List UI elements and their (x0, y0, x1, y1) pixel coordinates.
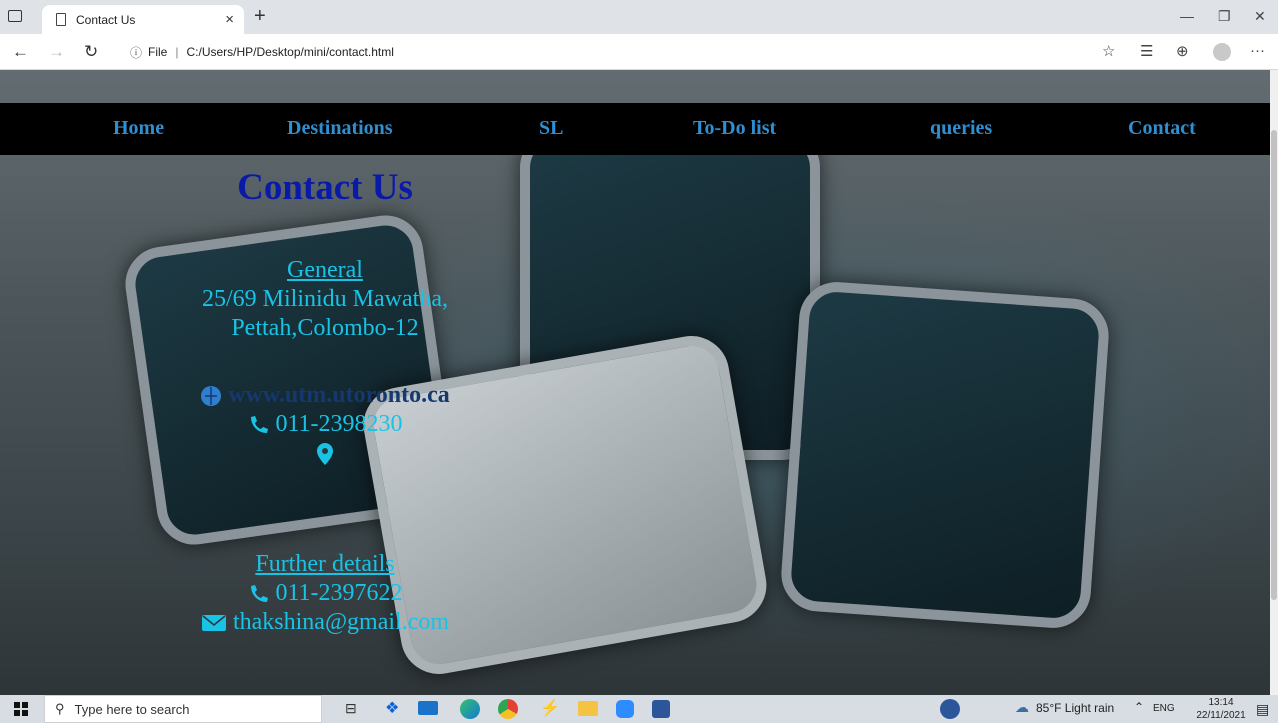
nav-sl[interactable]: SL (539, 117, 563, 140)
url-scheme: File (148, 45, 168, 59)
url-separator: | (175, 45, 179, 59)
mail-tile-decoration (778, 279, 1112, 631)
globe-icon (201, 386, 222, 407)
general-link[interactable]: General (170, 256, 480, 285)
page-title: Contact Us (237, 167, 413, 208)
search-placeholder: Type here to search (74, 701, 190, 717)
favorites-list-icon[interactable]: ☰ (1140, 42, 1153, 60)
website-link[interactable]: www.utm.utoronto.ca (228, 382, 450, 408)
sublime-icon[interactable]: ⚡ (540, 698, 560, 718)
further-details-link[interactable]: Further details (170, 550, 480, 579)
address-line-2: Pettah,Colombo-12 (231, 315, 419, 341)
taskbar-search[interactable]: ⚲ Type here to search (44, 695, 322, 723)
clock[interactable]: 13:14 22/11/2021 (1196, 696, 1246, 722)
close-window-icon[interactable]: ✕ (1254, 8, 1266, 25)
phone-number-2: 011-2397622 (275, 580, 403, 606)
url-field[interactable]: ⓘ File | C:/Users/HP/Desktop/mini/contac… (130, 40, 1080, 64)
collections-icon[interactable]: ⊕ (1176, 42, 1189, 60)
email-row[interactable]: thakshina@gmail.com (170, 608, 480, 637)
zoom-icon[interactable] (616, 700, 634, 718)
taskbar: ⚲ Type here to search ⊟ ❖ ⚡ ☁ 85°F Light… (0, 695, 1278, 723)
nav-todo-list[interactable]: To-Do list (693, 117, 776, 140)
help-icon[interactable] (940, 699, 960, 719)
phone-row-1: 011-2398230 (170, 410, 480, 439)
phone-row-2: 011-2397622 (170, 579, 480, 608)
phone-number-1: 011-2398230 (275, 411, 403, 437)
minimize-icon[interactable]: — (1180, 8, 1194, 24)
envelope-icon (201, 615, 226, 632)
notification-icon[interactable]: ▤ (1256, 701, 1269, 718)
url-path: C:/Users/HP/Desktop/mini/contact.html (186, 45, 394, 59)
email-address[interactable]: thakshina@gmail.com (233, 609, 449, 635)
close-tab-icon[interactable]: × (225, 11, 234, 28)
tab-title: Contact Us (76, 12, 136, 27)
clock-time: 13:14 (1208, 697, 1234, 708)
scrollbar-thumb[interactable] (1271, 130, 1277, 600)
clock-date: 22/11/2021 (1196, 710, 1246, 721)
language-indicator[interactable]: ENG (1153, 703, 1175, 714)
site-navbar: Home Destinations SL To-Do list queries … (0, 103, 1270, 155)
tray-chevron-icon[interactable]: ⌃ (1134, 700, 1144, 714)
tab-bar: Contact Us × + — ❐ ✕ (0, 0, 1278, 34)
nav-queries[interactable]: queries (930, 117, 992, 140)
phone-icon (251, 585, 269, 603)
address-bar: ← → ↻ ⓘ File | C:/Users/HP/Desktop/mini/… (0, 34, 1278, 70)
nav-contact[interactable]: Contact (1128, 117, 1196, 140)
page-body: Home Destinations SL To-Do list queries … (0, 70, 1270, 695)
page-scrollbar[interactable] (1270, 70, 1278, 695)
maximize-icon[interactable]: ❐ (1218, 8, 1231, 25)
weather-icon: ☁ (1015, 699, 1029, 715)
more-menu-icon[interactable]: ··· (1250, 42, 1265, 59)
location-row[interactable] (170, 439, 480, 468)
edge-icon[interactable] (460, 699, 480, 719)
chrome-icon[interactable] (498, 699, 518, 719)
task-view-icon[interactable]: ⊟ (345, 700, 357, 717)
search-icon: ⚲ (55, 701, 65, 716)
windows-start-icon[interactable] (14, 702, 28, 716)
contact-section: Contact Us General 25/69 Milinidu Mawath… (170, 166, 480, 637)
window-menu-icon[interactable] (8, 10, 22, 22)
new-tab-button[interactable]: + (254, 5, 266, 28)
map-marker-icon[interactable] (316, 442, 334, 466)
phone-icon (251, 416, 269, 434)
page-icon (56, 13, 66, 26)
word-icon[interactable] (652, 700, 670, 718)
browser-tab[interactable]: Contact Us × (42, 5, 244, 34)
dropbox-icon[interactable]: ❖ (385, 698, 399, 718)
profile-avatar[interactable] (1213, 43, 1231, 61)
website-row[interactable]: www.utm.utoronto.ca (170, 381, 480, 410)
refresh-icon[interactable]: ↻ (84, 42, 98, 62)
info-icon[interactable]: ⓘ (130, 44, 142, 61)
nav-home[interactable]: Home (113, 117, 164, 140)
favorite-star-icon[interactable]: ☆ (1102, 42, 1115, 60)
address-line-1: 25/69 Milinidu Mawatha, (202, 286, 448, 312)
back-icon[interactable]: ← (12, 42, 29, 62)
forward-icon[interactable]: → (48, 42, 65, 62)
weather-text[interactable]: 85°F Light rain (1036, 701, 1114, 715)
file-explorer-icon[interactable] (578, 701, 598, 716)
mail-app-icon[interactable] (418, 701, 438, 715)
nav-destinations[interactable]: Destinations (287, 117, 393, 140)
